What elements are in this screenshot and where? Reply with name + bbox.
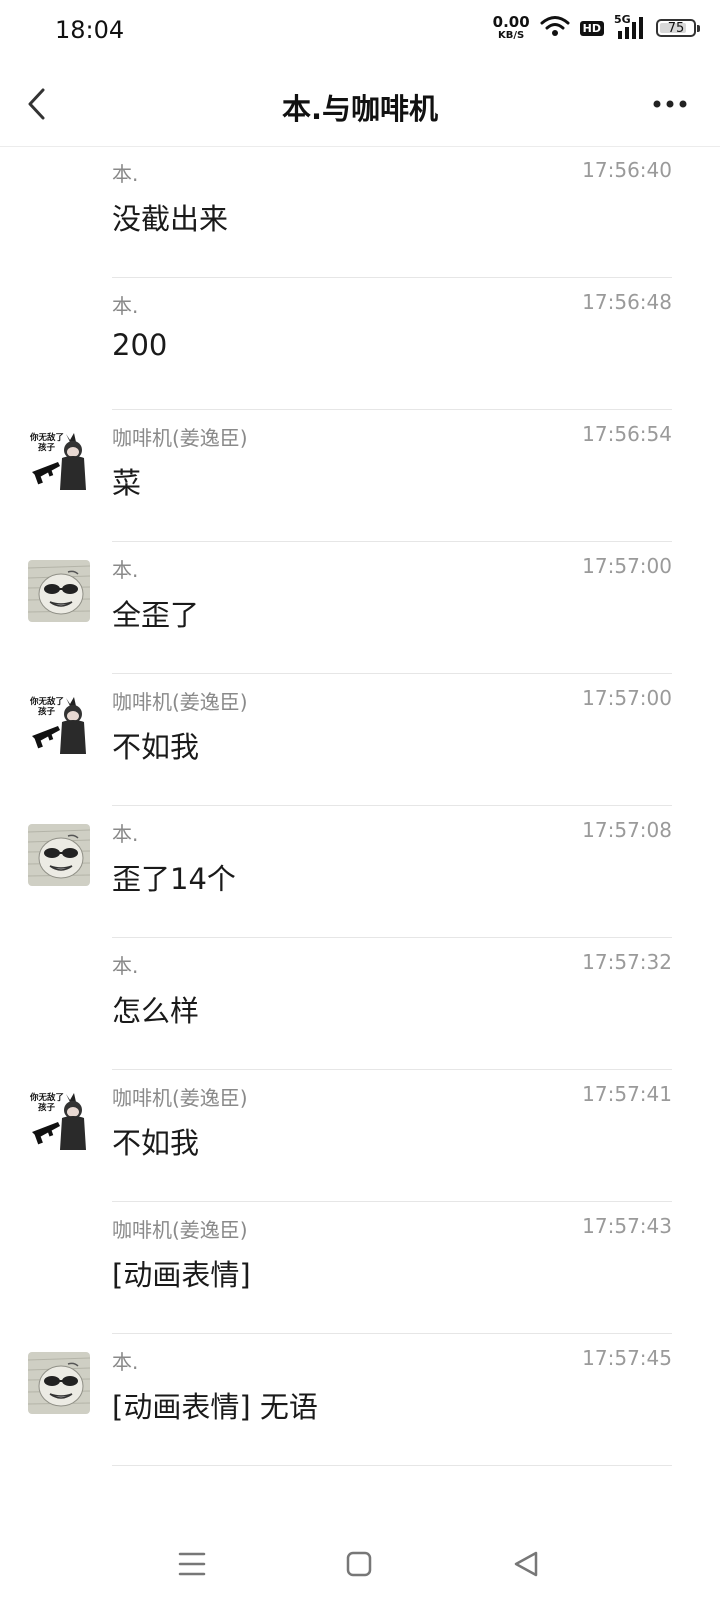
message-item[interactable]: 你无敌了 孩子 咖啡机(姜逸臣) 17:57:00 不如我 [0,674,720,806]
message-item[interactable]: 你无敌了 孩子 咖啡机(姜逸臣) 17:57:41 不如我 [0,1070,720,1202]
avatar-gun-girl[interactable]: 你无敌了 孩子 [28,428,90,490]
svg-text:孩子: 孩子 [38,706,56,717]
message-time: 17:57:00 [582,686,672,710]
message-time: 17:57:08 [582,818,672,842]
message-item[interactable]: 本. 17:57:45 [动画表情] 无语 [0,1334,720,1466]
message-time: 17:57:41 [582,1082,672,1106]
avatar-gun-girl[interactable]: 你无敌了 孩子 [28,1088,90,1150]
message-text: 不如我 [112,1126,200,1160]
message-list[interactable]: 本. 17:56:40 没截出来 本. 17:56:48 200 你无敌了 孩子 咖啡机(… [0,146,720,1466]
message-item[interactable]: 本. 17:56:40 没截出来 [0,146,720,278]
message-sender: 本. [112,162,139,186]
message-body: 本. 17:57:00 全歪了 [112,542,672,674]
status-bar: 18:04 0.00 KB/S HD 5G 75 [0,0,720,64]
message-text: 菜 [112,466,142,500]
message-body: 本. 17:56:48 200 [112,278,672,410]
message-body: 咖啡机(姜逸臣) 17:57:00 不如我 [112,674,672,806]
message-text: 没截出来 [112,202,229,236]
system-nav-bar [0,1522,720,1612]
svg-text:你无敌了: 你无敌了 [29,696,64,707]
avatar-sunglasses-face[interactable] [28,560,90,622]
home-square-icon [346,1551,372,1577]
nav-menu-button[interactable] [170,1542,214,1586]
menu-icon [178,1552,206,1576]
message-body: 本. 17:57:45 [动画表情] 无语 [112,1334,672,1466]
signal-icon: 5G [614,13,646,41]
status-time: 18:04 [55,16,125,44]
nav-home-button[interactable] [337,1542,381,1586]
chat-header: 本.与咖啡机 [0,64,720,147]
more-dots-icon [653,100,687,108]
message-sender: 咖啡机(姜逸臣) [112,690,248,714]
message-text: 怎么样 [112,994,200,1028]
message-sender: 咖啡机(姜逸臣) [112,426,248,450]
message-time: 17:57:43 [582,1214,672,1238]
message-item[interactable]: 本. 17:57:00 全歪了 [0,542,720,674]
battery-level: 75 [667,20,685,36]
network-speed-unit: KB/S [498,30,525,41]
message-body: 本. 17:57:08 歪了14个 [112,806,672,938]
message-time: 17:57:32 [582,950,672,974]
battery-icon: 75 [656,19,700,37]
status-icons: 0.00 KB/S HD 5G 75 [493,13,700,42]
message-sender: 本. [112,294,139,318]
message-body: 咖啡机(姜逸臣) 17:56:54 菜 [112,410,672,542]
triangle-back-icon [514,1551,538,1577]
avatar-sunglasses-face[interactable] [28,824,90,886]
svg-text:孩子: 孩子 [38,442,56,453]
message-item[interactable]: 你无敌了 孩子 咖啡机(姜逸臣) 17:56:54 菜 [0,410,720,542]
message-time: 17:56:54 [582,422,672,446]
message-text: 歪了14个 [112,862,236,896]
message-body: 本. 17:56:40 没截出来 [112,146,672,278]
message-sender: 咖啡机(姜逸臣) [112,1086,248,1110]
nav-back-button[interactable] [504,1542,548,1586]
message-time: 17:56:48 [582,290,672,314]
avatar-gun-girl[interactable]: 你无敌了 孩子 [28,692,90,754]
avatar-sunglasses-face[interactable] [28,1352,90,1414]
svg-text:孩子: 孩子 [38,1102,56,1113]
message-sender: 本. [112,558,139,582]
message-time: 17:57:45 [582,1346,672,1370]
message-body: 本. 17:57:32 怎么样 [112,938,672,1070]
network-speed-value: 0.00 [492,13,530,31]
message-sender: 本. [112,822,139,846]
network-speed: 0.00 KB/S [493,15,530,41]
message-sender: 本. [112,954,139,978]
message-time: 17:57:00 [582,554,672,578]
message-text: 不如我 [112,730,200,764]
message-item[interactable]: 本. 17:57:08 歪了14个 [0,806,720,938]
message-time: 17:56:40 [582,158,672,182]
message-text: 全歪了 [112,598,200,632]
hd-badge: HD [579,20,604,36]
message-body: 咖啡机(姜逸臣) 17:57:41 不如我 [112,1070,672,1202]
message-text: [动画表情] 无语 [112,1390,318,1424]
message-item[interactable]: 本. 17:56:48 200 [0,278,720,410]
page-title: 本.与咖啡机 [281,92,439,126]
message-sender: 咖啡机(姜逸臣) [112,1218,248,1242]
message-sender: 本. [112,1350,139,1374]
wifi-icon [540,14,570,42]
message-item[interactable]: 本. 17:57:32 怎么样 [0,938,720,1070]
svg-text:你无敌了: 你无敌了 [29,1092,64,1103]
message-item[interactable]: 咖啡机(姜逸臣) 17:57:43 [动画表情] [0,1202,720,1334]
message-body: 咖啡机(姜逸臣) 17:57:43 [动画表情] [112,1202,672,1334]
svg-text:你无敌了: 你无敌了 [29,432,64,443]
message-text: [动画表情] [112,1258,251,1292]
more-button[interactable] [650,88,690,120]
message-text: 200 [112,328,168,362]
